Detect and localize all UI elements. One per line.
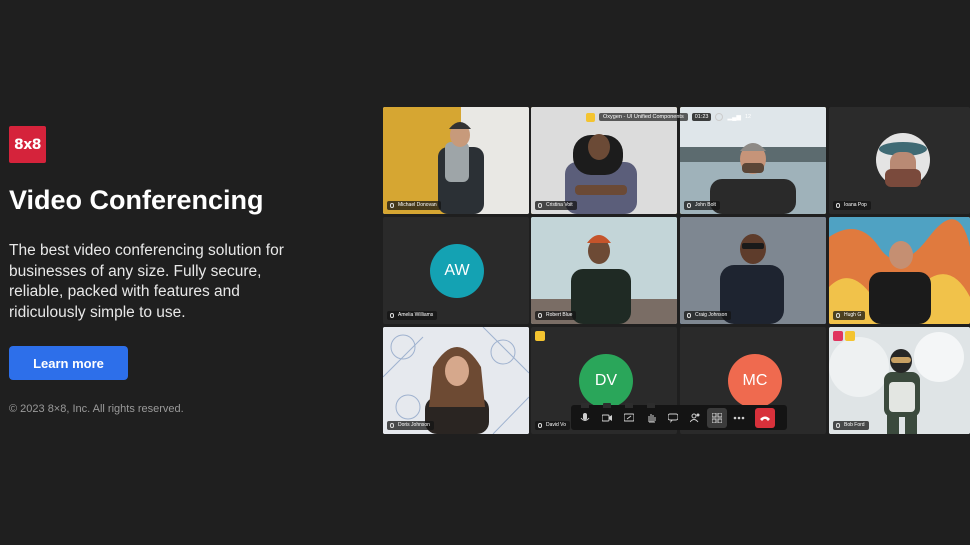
meeting-header: Oxygen - UI Unified Components 01:23 ▂▄▆… xyxy=(586,111,751,123)
participant-tile[interactable]: Cristina Voit xyxy=(531,107,677,214)
participant-video xyxy=(383,327,529,434)
meeting-timer: 01:23 xyxy=(691,113,712,121)
camera-icon xyxy=(602,414,612,421)
participants-button[interactable] xyxy=(685,408,705,428)
participant-tile[interactable]: Craig Johnson xyxy=(680,217,826,324)
raise-hand-button[interactable] xyxy=(641,402,661,428)
participant-name: Robert Blue xyxy=(535,311,577,320)
participant-video xyxy=(829,327,970,434)
participant-video xyxy=(531,217,677,324)
participant-avatar xyxy=(876,133,930,187)
chat-icon xyxy=(668,413,678,423)
signal-icon: ▂▄▆ xyxy=(727,114,741,121)
copyright-text: © 2023 8×8, Inc. All rights reserved. xyxy=(9,403,184,415)
chevron-up-icon[interactable] xyxy=(581,402,589,408)
participant-tile[interactable]: Michael Donovan xyxy=(383,107,529,214)
grid-icon xyxy=(712,412,722,423)
raised-hand-icon xyxy=(535,331,545,341)
more-options-button[interactable] xyxy=(729,408,749,428)
participant-tile[interactable]: Hugh G xyxy=(829,217,970,324)
chevron-up-icon[interactable] xyxy=(603,402,611,408)
participant-video xyxy=(829,217,970,324)
raised-hand-icon xyxy=(845,331,855,341)
meeting-room-name: Oxygen - UI Unified Components xyxy=(599,113,688,121)
learn-more-button[interactable]: Learn more xyxy=(9,346,128,380)
participant-tile[interactable]: Ioana Pop xyxy=(829,107,970,214)
share-screen-button[interactable] xyxy=(619,402,639,428)
participant-initials-avatar: AW xyxy=(430,244,484,298)
participant-name: John Bolt xyxy=(684,201,720,210)
page-title: Video Conferencing xyxy=(9,185,264,215)
hero-description: The best video conferencing solution for… xyxy=(9,242,284,322)
participant-tile[interactable]: Robert Blue xyxy=(531,217,677,324)
participant-name: Hugh G xyxy=(833,311,866,320)
participant-name: Bob Ford xyxy=(833,421,869,430)
participant-name: Michael Donovan xyxy=(387,201,441,210)
participant-name: Ioana Pop xyxy=(833,201,871,210)
participant-tile[interactable]: Bob Ford xyxy=(829,327,970,434)
grid-view-button[interactable] xyxy=(707,407,727,428)
status-icon xyxy=(833,331,843,341)
chevron-up-icon[interactable] xyxy=(625,402,633,408)
brand-logo: 8x8 xyxy=(9,126,46,163)
more-icon xyxy=(733,416,745,419)
participant-name: Amelia Williams xyxy=(387,311,438,320)
participant-name: Craig Johnson xyxy=(684,311,732,320)
call-toolbar xyxy=(571,402,787,430)
participant-tile[interactable]: John Bolt xyxy=(680,107,826,214)
participant-tile[interactable]: AW Amelia Williams xyxy=(383,217,529,324)
share-screen-icon xyxy=(624,413,634,421)
participant-video xyxy=(680,107,826,214)
participant-tile[interactable]: Doris Johnson xyxy=(383,327,529,434)
chat-button[interactable] xyxy=(663,408,683,428)
participant-initials-avatar: MC xyxy=(728,354,782,408)
hand-icon xyxy=(648,413,656,422)
participant-video xyxy=(383,107,529,214)
logo-text: 8x8 xyxy=(13,136,42,153)
participant-name: Doris Johnson xyxy=(387,421,434,430)
clock-icon xyxy=(715,113,724,121)
participant-name: Cristina Voit xyxy=(535,201,577,210)
participant-name: David Vo xyxy=(535,421,571,430)
participant-video xyxy=(531,107,677,214)
participant-count: 12 xyxy=(744,114,752,120)
participant-video xyxy=(680,217,826,324)
chevron-up-icon[interactable] xyxy=(647,402,655,408)
end-call-button[interactable] xyxy=(755,407,775,428)
hang-up-icon xyxy=(760,416,770,421)
video-grid: Michael Donovan Cristina Voit John Bolt xyxy=(383,107,970,436)
participants-icon xyxy=(690,413,700,422)
participant-initials-avatar: DV xyxy=(579,354,633,408)
microphone-button[interactable] xyxy=(575,402,595,428)
raised-hand-icon xyxy=(586,112,595,122)
microphone-icon xyxy=(580,412,590,421)
camera-button[interactable] xyxy=(597,402,617,428)
